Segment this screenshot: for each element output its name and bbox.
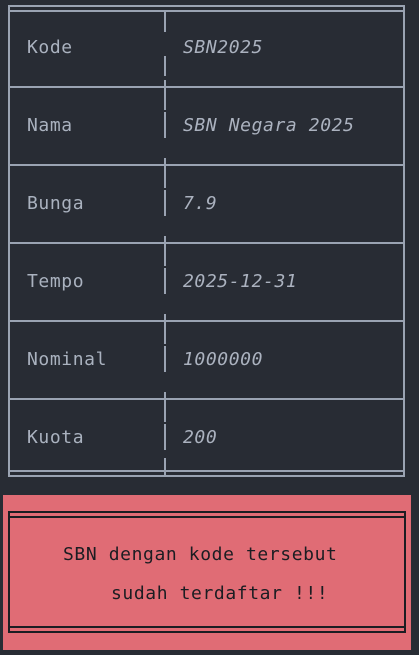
separator-tick — [8, 392, 10, 408]
row-label-bunga: Bunga — [27, 193, 85, 214]
table-top-border-inner — [8, 10, 405, 12]
row-separator — [8, 320, 405, 322]
separator-tick — [8, 314, 10, 330]
separator-tick — [164, 314, 166, 330]
column-divider — [164, 12, 166, 32]
table-bottom-border-inner — [8, 470, 405, 472]
row-value-bunga: 7.9 — [183, 193, 218, 214]
row-value-tempo: 2025-12-31 — [183, 271, 298, 292]
row-label-nominal: Nominal — [27, 349, 108, 370]
column-divider — [164, 190, 166, 216]
alert-bottom-border-inner — [8, 626, 406, 628]
row-separator — [8, 86, 405, 88]
table-bottom-border — [8, 475, 405, 477]
row-value-nominal: 1000000 — [183, 349, 264, 370]
row-label-kode: Kode — [27, 37, 73, 58]
separator-tick — [403, 158, 405, 174]
column-divider — [164, 346, 166, 372]
error-alert: SBN dengan kode tersebut sudah terdaftar… — [3, 495, 411, 650]
alert-bottom-border — [8, 631, 406, 633]
row-separator — [8, 164, 405, 166]
alert-top-border-inner — [8, 516, 406, 518]
row-separator — [8, 242, 405, 244]
separator-tick — [403, 236, 405, 252]
row-label-nama: Nama — [27, 115, 73, 136]
row-separator — [8, 398, 405, 400]
column-divider — [164, 424, 166, 450]
separator-tick — [8, 236, 10, 252]
alert-top-border — [8, 511, 406, 513]
row-label-kuota: Kuota — [27, 427, 85, 448]
separator-tick — [8, 80, 10, 96]
separator-tick — [164, 80, 166, 96]
column-divider — [164, 112, 166, 138]
separator-tick — [164, 236, 166, 252]
separator-tick — [403, 314, 405, 330]
row-value-kode: SBN2025 — [183, 37, 264, 58]
row-value-nama: SBN Negara 2025 — [183, 115, 355, 136]
row-value-kuota: 200 — [183, 427, 218, 448]
separator-tick — [164, 158, 166, 174]
terminal-output: Kode SBN2025 Nama SBN Negara 2025 Bunga … — [0, 0, 419, 655]
row-label-tempo: Tempo — [27, 271, 85, 292]
alert-message-line-2: sudah terdaftar !!! — [111, 583, 329, 604]
column-divider — [164, 268, 166, 294]
alert-message-line-1: SBN dengan kode tersebut — [63, 544, 338, 565]
separator-tick — [403, 392, 405, 408]
column-divider — [164, 56, 166, 76]
separator-tick — [164, 392, 166, 408]
separator-tick — [8, 158, 10, 174]
alert-right-border — [404, 511, 406, 633]
table-top-border — [8, 5, 405, 7]
separator-tick — [403, 80, 405, 96]
alert-left-border — [8, 511, 10, 633]
